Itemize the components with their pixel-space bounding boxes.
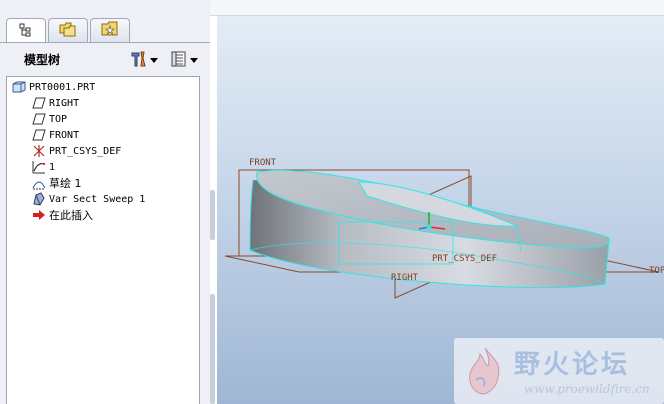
tree-settings-icon (130, 50, 148, 71)
tree-item-label: FRONT (49, 129, 80, 141)
part-icon (11, 80, 27, 94)
tree-item-label: TOP (49, 113, 68, 125)
tree-item-label: PRT_CSYS_DEF (49, 145, 122, 157)
tree-item-label: RIGHT (49, 97, 80, 109)
top-label: TOP (649, 266, 664, 276)
splitter-grip (210, 294, 215, 404)
watermark: 野火论坛 www.proewildfire.cn (454, 338, 664, 404)
watermark-url: www.proewildfire.cn (524, 382, 650, 396)
tree-item-right[interactable]: RIGHT (31, 95, 79, 111)
chevron-down-icon (150, 57, 158, 63)
tree-item-csys[interactable]: PRT_CSYS_DEF (31, 143, 121, 159)
datum-plane-icon (31, 96, 47, 110)
panel-splitter[interactable] (209, 190, 217, 404)
tree-item-part[interactable]: PRT0001.PRT (11, 79, 95, 95)
sketch-icon (31, 176, 47, 190)
csys-label: PRT_CSYS_DEF (432, 254, 497, 264)
tree-item-insert-here[interactable]: 在此插入 (31, 207, 93, 223)
folder-browser-icon (59, 21, 77, 40)
coordinate-system-icon (31, 144, 47, 158)
tree-item-front[interactable]: FRONT (31, 127, 79, 143)
tree-item-label: Var Sect Sweep 1 (49, 193, 146, 205)
model-tree-icon (19, 23, 33, 40)
right-label: RIGHT (391, 273, 419, 283)
sweep-icon (31, 192, 47, 206)
tree-item-top[interactable]: TOP (31, 111, 67, 127)
tree-item-curve[interactable]: 1 (31, 159, 55, 175)
tree-item-label: 草绘 1 (49, 177, 82, 190)
navigator-panel: 模型树 PRT0001.PRT RIGHT TOP FRONT PRT_CSYS… (0, 0, 210, 404)
datum-curve-icon (31, 160, 47, 174)
watermark-title: 野火论坛 (514, 350, 631, 380)
tree-settings-button[interactable] (130, 50, 158, 70)
model-tree: PRT0001.PRT RIGHT TOP FRONT PRT_CSYS_DEF… (6, 76, 200, 404)
tree-item-label: 1 (49, 161, 56, 173)
tab-model-tree[interactable] (6, 18, 46, 43)
tree-item-label: 在此插入 (49, 209, 93, 222)
chevron-down-icon (190, 57, 198, 63)
model-tree-header: 模型树 (6, 46, 206, 72)
datum-plane-icon (31, 128, 47, 142)
model-tree-title: 模型树 (24, 52, 61, 67)
tree-columns-icon (170, 50, 188, 71)
splitter-grip (210, 190, 215, 240)
tab-folder-browser[interactable] (48, 18, 88, 42)
graphics-viewport[interactable]: FRONT TOP RIGHT PRT_CSYS_DEF 野火论坛 www.pr… (217, 16, 664, 404)
tree-item-sweep[interactable]: Var Sect Sweep 1 (31, 191, 145, 207)
tree-item-sketch[interactable]: 草绘 1 (31, 175, 82, 191)
tree-columns-button[interactable] (170, 50, 198, 70)
tab-divider (0, 42, 210, 43)
favorites-icon (101, 21, 119, 40)
tab-favorites[interactable] (90, 18, 130, 42)
insert-arrow-icon (31, 208, 47, 222)
navigator-tabs (6, 18, 130, 43)
datum-plane-icon (31, 112, 47, 126)
front-label: FRONT (249, 158, 277, 168)
tree-item-label: PRT0001.PRT (29, 81, 96, 93)
